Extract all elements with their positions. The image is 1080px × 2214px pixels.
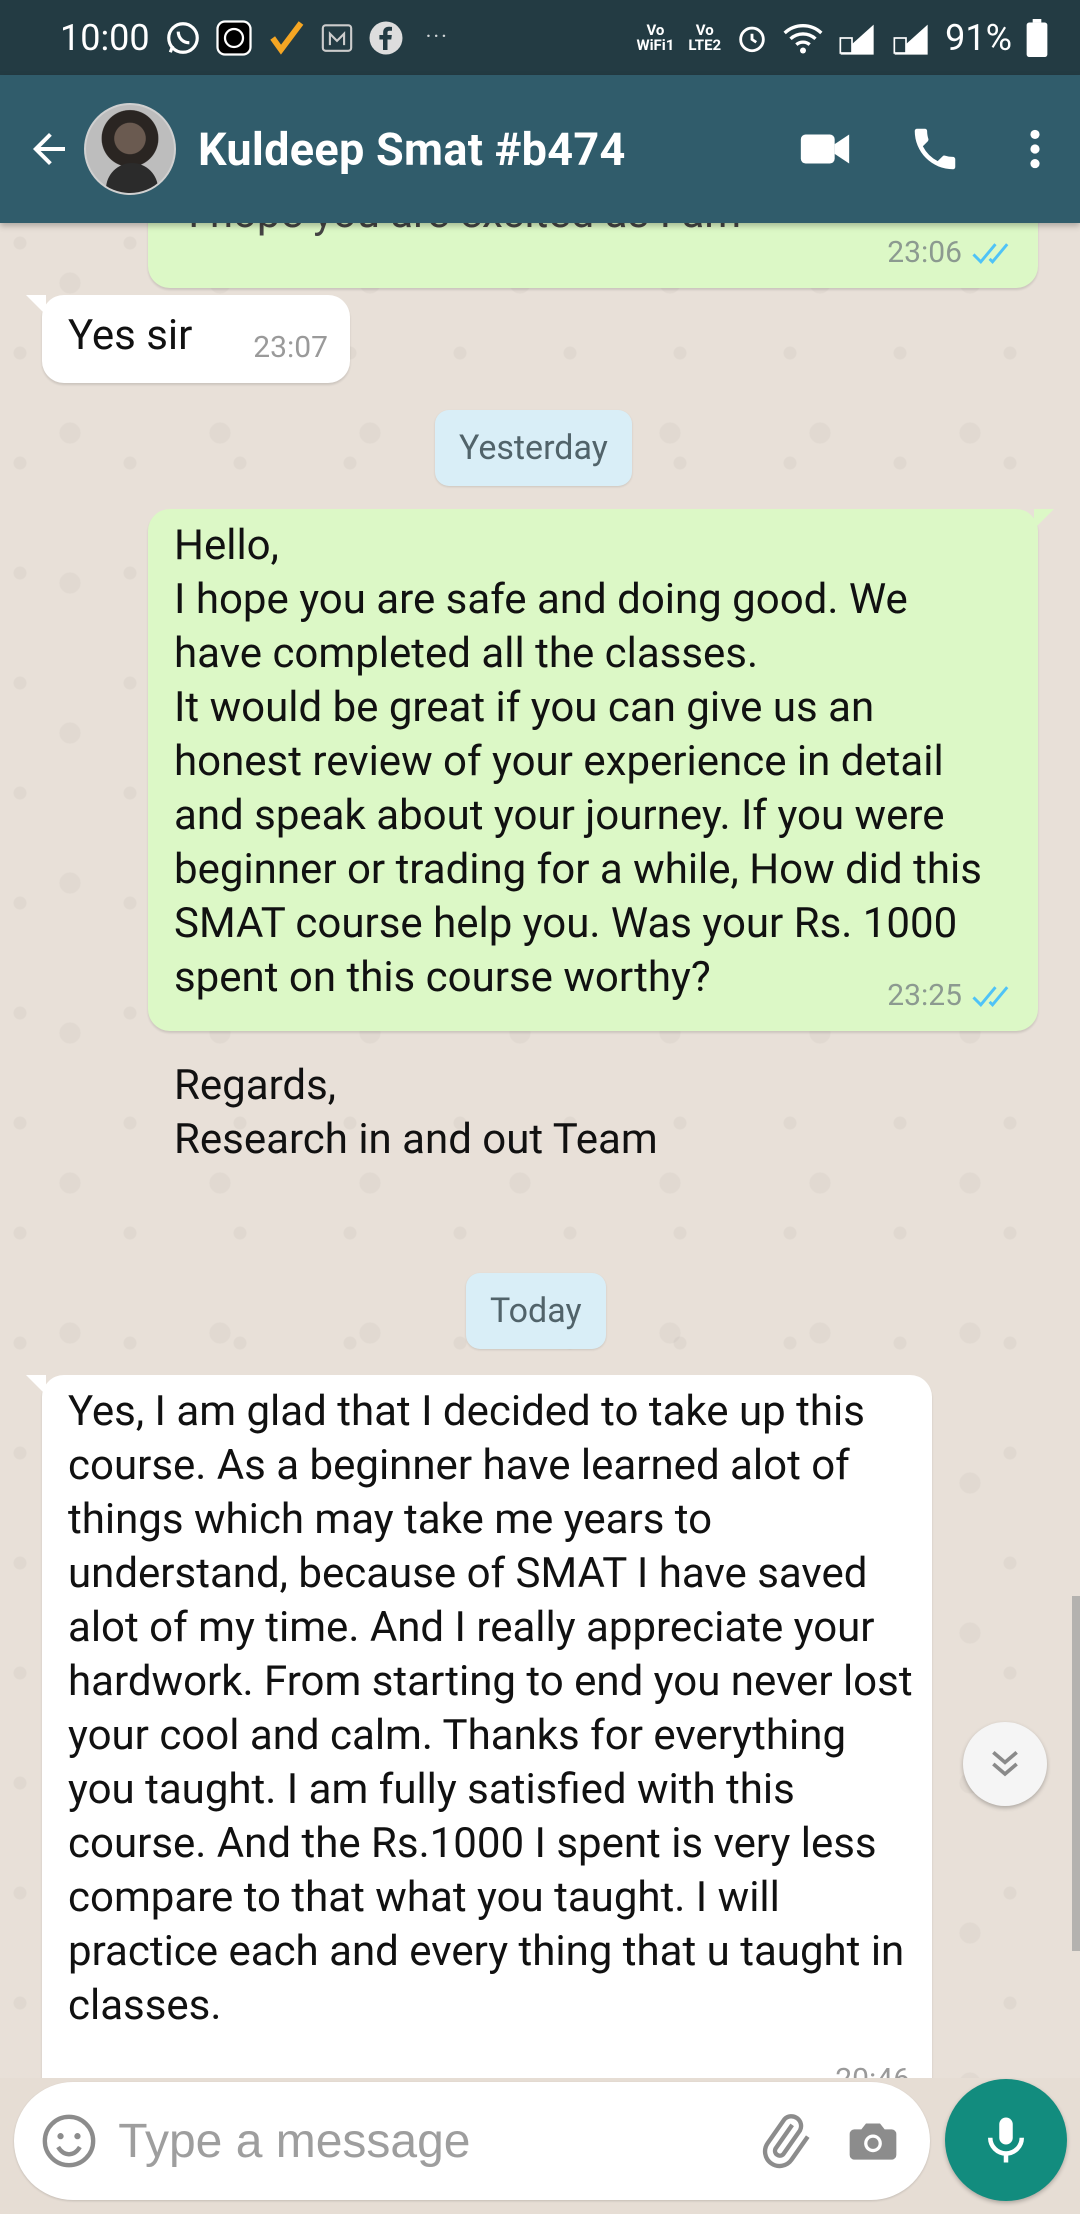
message-input[interactable]: [118, 2101, 740, 2181]
emoji-button[interactable]: [20, 2086, 118, 2196]
message-text: Yes, I am glad that I decided to take up…: [68, 1387, 913, 2030]
vo-lte-label: Vo LTE2: [688, 20, 722, 54]
status-bar-right: Vo WiFi1 Vo LTE2 91%: [636, 17, 1048, 59]
battery-icon: [1026, 18, 1048, 57]
chat-area[interactable]: I hope you are excited as I am 23:06 Yes…: [0, 223, 1080, 2078]
video-call-icon: [800, 134, 850, 164]
status-bar: 10:00 ··· Vo WiFi1 Vo LTE2 91%: [0, 0, 1080, 75]
message-time: 20:46: [835, 2053, 910, 2078]
zee5-icon: [216, 19, 252, 56]
mic-icon: [988, 2117, 1024, 2163]
attach-button[interactable]: [739, 2091, 828, 2191]
message-meta: 23:06: [887, 226, 1016, 280]
facebook-icon: [368, 20, 404, 56]
phone-icon: [914, 128, 956, 170]
emoji-icon: [42, 2114, 96, 2168]
voice-message-button[interactable]: [945, 2079, 1067, 2201]
back-button[interactable]: [14, 114, 84, 184]
video-call-button[interactable]: [770, 99, 880, 199]
contact-name[interactable]: Kuldeep Smat #b474: [198, 123, 770, 176]
message-bubble-outgoing[interactable]: Hello, I hope you are safe and doing goo…: [148, 509, 1054, 1164]
message-composer: [14, 2082, 930, 2200]
chat-header: Kuldeep Smat #b474: [0, 75, 1080, 223]
whatsapp-icon: [164, 19, 202, 57]
signal-sim1-icon: [837, 21, 877, 55]
scrollbar-thumb[interactable]: [1072, 1596, 1080, 1951]
camera-button[interactable]: [829, 2091, 918, 2191]
more-options-button[interactable]: [990, 99, 1080, 199]
message-bubble-incoming[interactable]: Yes sir 23:07: [26, 295, 350, 383]
check-app-icon: [266, 18, 306, 58]
read-ticks-icon: [972, 986, 1009, 1007]
vo-wifi-label: Vo WiFi1: [636, 20, 675, 54]
message-time: 23:06: [887, 235, 962, 270]
message-bubble-incoming[interactable]: Yes, I am glad that I decided to take up…: [26, 1375, 932, 2078]
message-text: I hope you are excited as I am: [188, 223, 741, 241]
camera-icon: [849, 2123, 897, 2160]
date-separator: Yesterday: [435, 410, 632, 486]
date-separator: Today: [466, 1273, 606, 1349]
message-time: 23:07: [253, 330, 328, 365]
message-text: Yes sir: [68, 311, 193, 360]
avatar[interactable]: [84, 103, 176, 195]
message-text: Hello, I hope you are safe and doing goo…: [174, 521, 982, 1164]
double-chevron-down-icon: [992, 1750, 1018, 1777]
status-time: 10:00: [60, 16, 150, 59]
more-vert-icon: [1030, 129, 1040, 169]
message-bubble-outgoing[interactable]: I hope you are excited as I am 23:06: [148, 223, 1038, 288]
attach-icon: [762, 2114, 810, 2169]
message-meta: 23:25: [887, 969, 1016, 1023]
m-app-icon: [320, 21, 354, 55]
message-meta: 23:07: [253, 321, 328, 375]
read-ticks-icon: [972, 243, 1009, 264]
scroll-to-bottom-button[interactable]: [963, 1722, 1047, 1806]
back-arrow-icon: [33, 133, 65, 165]
wifi-icon: [783, 21, 823, 55]
signal-sim2-icon: [891, 21, 931, 55]
more-dots-icon: ···: [425, 25, 449, 50]
battery-percent: 91%: [945, 16, 1012, 59]
message-time: 23:25: [887, 978, 962, 1013]
voice-call-button[interactable]: [880, 99, 990, 199]
alarm-icon: [735, 21, 769, 55]
status-bar-left: 10:00 ···: [60, 17, 636, 59]
message-meta: 20:46: [835, 2053, 910, 2078]
